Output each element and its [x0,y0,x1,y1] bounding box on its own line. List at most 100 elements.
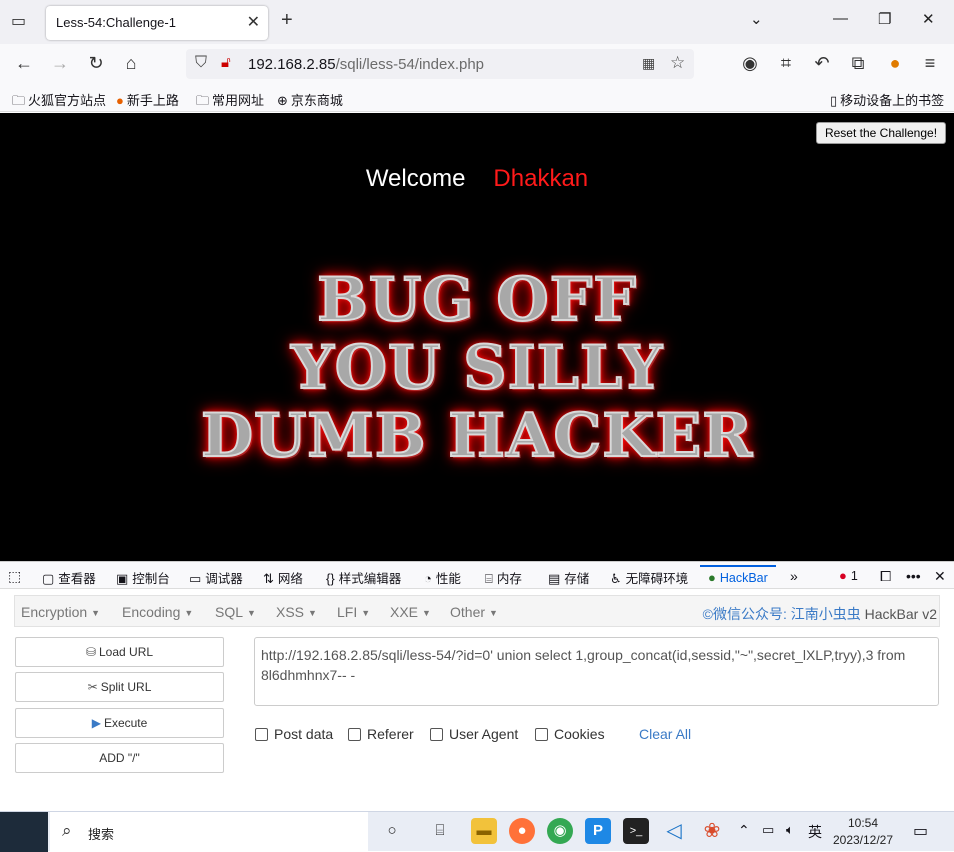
tab-accessibility[interactable]: ♿︎ 无障碍环境 [610,568,688,587]
terminal-icon[interactable]: >_ [623,818,649,844]
menu-xss[interactable]: XSS ▼ [276,604,317,620]
devtools-toolbar: ⬚ ▢ 查看器 ▣ 控制台 ▭ 调试器 ⇅ 网络 {} 样式编辑器 ◔ 性能 ⌸ 内存 ▤ 存储… [0,561,954,589]
tab-network[interactable]: ⇅ 网络 [263,568,303,587]
execute-button[interactable]: ▶ Execute [15,708,224,738]
reset-challenge-button[interactable]: Reset the Challenge! [816,122,946,144]
taskbar-search[interactable]: ⌕ 搜索 [50,812,368,852]
qr-code-icon[interactable]: ▦ [642,55,655,72]
screenshot-icon[interactable]: ⌗ [775,53,797,74]
clear-all-link[interactable]: Clear All [639,726,691,742]
menu-encoding[interactable]: Encoding ▼ [122,604,193,620]
network-tray-icon[interactable]: ▭ [762,822,774,838]
start-area[interactable] [0,812,48,852]
hackbar-url-input[interactable]: http://192.168.2.85/sqli/less-54/?id=0' … [254,637,939,706]
menu-encryption[interactable]: Encryption ▼ [21,604,100,620]
tab-style-editor[interactable]: {} 样式编辑器 [326,568,401,587]
task-view-icon[interactable]: ○ [379,818,405,844]
menu-icon[interactable]: ≡ [919,53,941,74]
shield-icon[interactable]: ⛉ [195,54,207,72]
menu-xxe[interactable]: XXE ▼ [390,604,431,620]
undo-icon[interactable]: ↶ [811,53,833,74]
home-icon[interactable]: ⌂ [120,53,142,74]
url-path: /sqli/less-54/index.php [335,56,485,73]
clock[interactable]: 10:54 2023/12/27 [826,815,900,849]
bookmark-item[interactable]: ⊕ 京东商城 [277,90,343,109]
tab-hackbar[interactable]: ● HackBar [700,565,776,589]
referer-checkbox[interactable]: Referer [348,726,414,742]
firefox-taskbar-icon[interactable]: ● [509,818,535,844]
tab-overflow-icon[interactable]: ⌄ [750,10,763,28]
banner-line-2: YOU SILLY [290,332,664,404]
mobile-bookmarks[interactable]: ▯ 移动设备上的书签 [830,90,944,109]
chevron-down-icon: ▼ [91,608,101,619]
more-tabs-icon[interactable]: » [790,568,798,584]
tab-inspector[interactable]: ▢ 查看器 [42,568,96,587]
menu-other[interactable]: Other ▼ [450,604,498,620]
forward-icon[interactable]: → [49,53,71,74]
volume-icon[interactable]: 🔈︎ [786,822,794,838]
folder-icon: 🗀︎ [12,93,26,108]
menu-lfi[interactable]: LFI ▼ [337,604,370,620]
cookies-checkbox[interactable]: Cookies [535,726,605,742]
chevron-down-icon: ▼ [422,608,431,619]
dock-icon[interactable]: ⧠ [880,568,891,585]
chrome-icon[interactable]: ◉ [547,818,573,844]
browser-tab[interactable]: Less-54:Challenge-1 ✕ [46,6,268,40]
new-tab-button[interactable]: + [281,9,293,32]
account-icon[interactable]: ◉ [739,53,761,74]
firefox-icon: ● [116,93,124,108]
file-explorer-icon[interactable]: ▬ [471,818,497,844]
debugger-icon: ▭ [189,571,202,586]
banner-line-1: BUG OFF [316,264,637,336]
chevron-down-icon: ▼ [361,608,371,619]
url-bar[interactable]: ⛉ 🔓︎ 192.168.2.85/sqli/less-54/index.php… [186,49,694,79]
tab-list-icon[interactable]: ▭ [11,11,26,31]
load-url-button[interactable]: ⛁ Load URL [15,637,224,667]
tab-debugger[interactable]: ▭ 调试器 [189,568,243,587]
bookmark-star-icon[interactable]: ☆ [670,53,685,73]
app-icon[interactable]: ❀ [699,818,725,844]
bookmark-item[interactable]: 🗀︎ 常用网址 [196,90,264,114]
extensions-icon[interactable]: ⧉ [847,53,869,74]
user-agent-checkbox[interactable]: User Agent [430,726,518,742]
close-window-icon[interactable]: ✕ [922,10,935,28]
tab-console[interactable]: ▣ 控制台 [116,568,170,587]
chevron-down-icon: ▼ [184,608,194,619]
hackbar-brand: ©微信公众号: 江南小虫虫 HackBar v2 [702,606,937,622]
search-label: 搜索 [88,827,115,842]
network-icon: ⇅ [263,571,274,586]
chevron-down-icon: ▼ [489,608,498,619]
input-language[interactable]: 英 [808,822,822,842]
hackbar-menu: Encryption ▼ Encoding ▼ SQL ▼ XSS ▼ LFI ▼ XXE… [14,595,940,627]
welcome-name: Dhakkan [493,165,589,192]
vscode-icon[interactable]: ◁ [661,818,687,844]
pycharm-icon[interactable]: P [585,818,611,844]
bookmark-item[interactable]: ● 新手上路 [116,90,179,109]
tab-storage[interactable]: ▤ 存储 [548,568,589,587]
clock-date: 2023/12/27 [832,833,894,847]
maximize-icon[interactable]: ❐ [878,10,891,28]
bookmark-item[interactable]: 🗀︎ 火狐官方站点 [12,90,106,114]
menu-sql[interactable]: SQL ▼ [215,604,256,620]
widgets-icon[interactable]: ⌸ [427,818,453,844]
tray-chevron-icon[interactable]: ⌃ [738,822,750,839]
insecure-lock-icon[interactable]: 🔓︎ [221,54,231,71]
tab-memory[interactable]: ⌸ 内存 [485,568,522,587]
banner-line-3: DUMB HACKER [200,400,754,472]
notification-icon[interactable]: ▭ [913,821,928,841]
split-url-button[interactable]: ✂ Split URL [15,672,224,702]
close-devtools-icon[interactable]: ✕ [934,568,946,585]
hackbar-extension-icon[interactable]: ● [884,53,906,74]
add-slash-button[interactable]: ADD "/" [15,743,224,773]
more-options-icon[interactable]: ••• [906,568,921,584]
minimize-icon[interactable]: — [833,10,848,27]
post-data-checkbox[interactable]: Post data [255,726,333,742]
reload-icon[interactable]: ↻ [85,53,107,74]
tab-performance[interactable]: ◔ 性能 [424,568,461,587]
url-text[interactable]: 192.168.2.85/sqli/less-54/index.php [248,56,484,73]
back-icon[interactable]: ← [13,53,35,74]
style-editor-icon: {} [326,571,335,586]
error-counter[interactable]: ● 1 [839,568,858,583]
close-tab-icon[interactable]: ✕ [247,12,260,32]
element-picker-icon[interactable]: ⬚ [8,568,21,585]
